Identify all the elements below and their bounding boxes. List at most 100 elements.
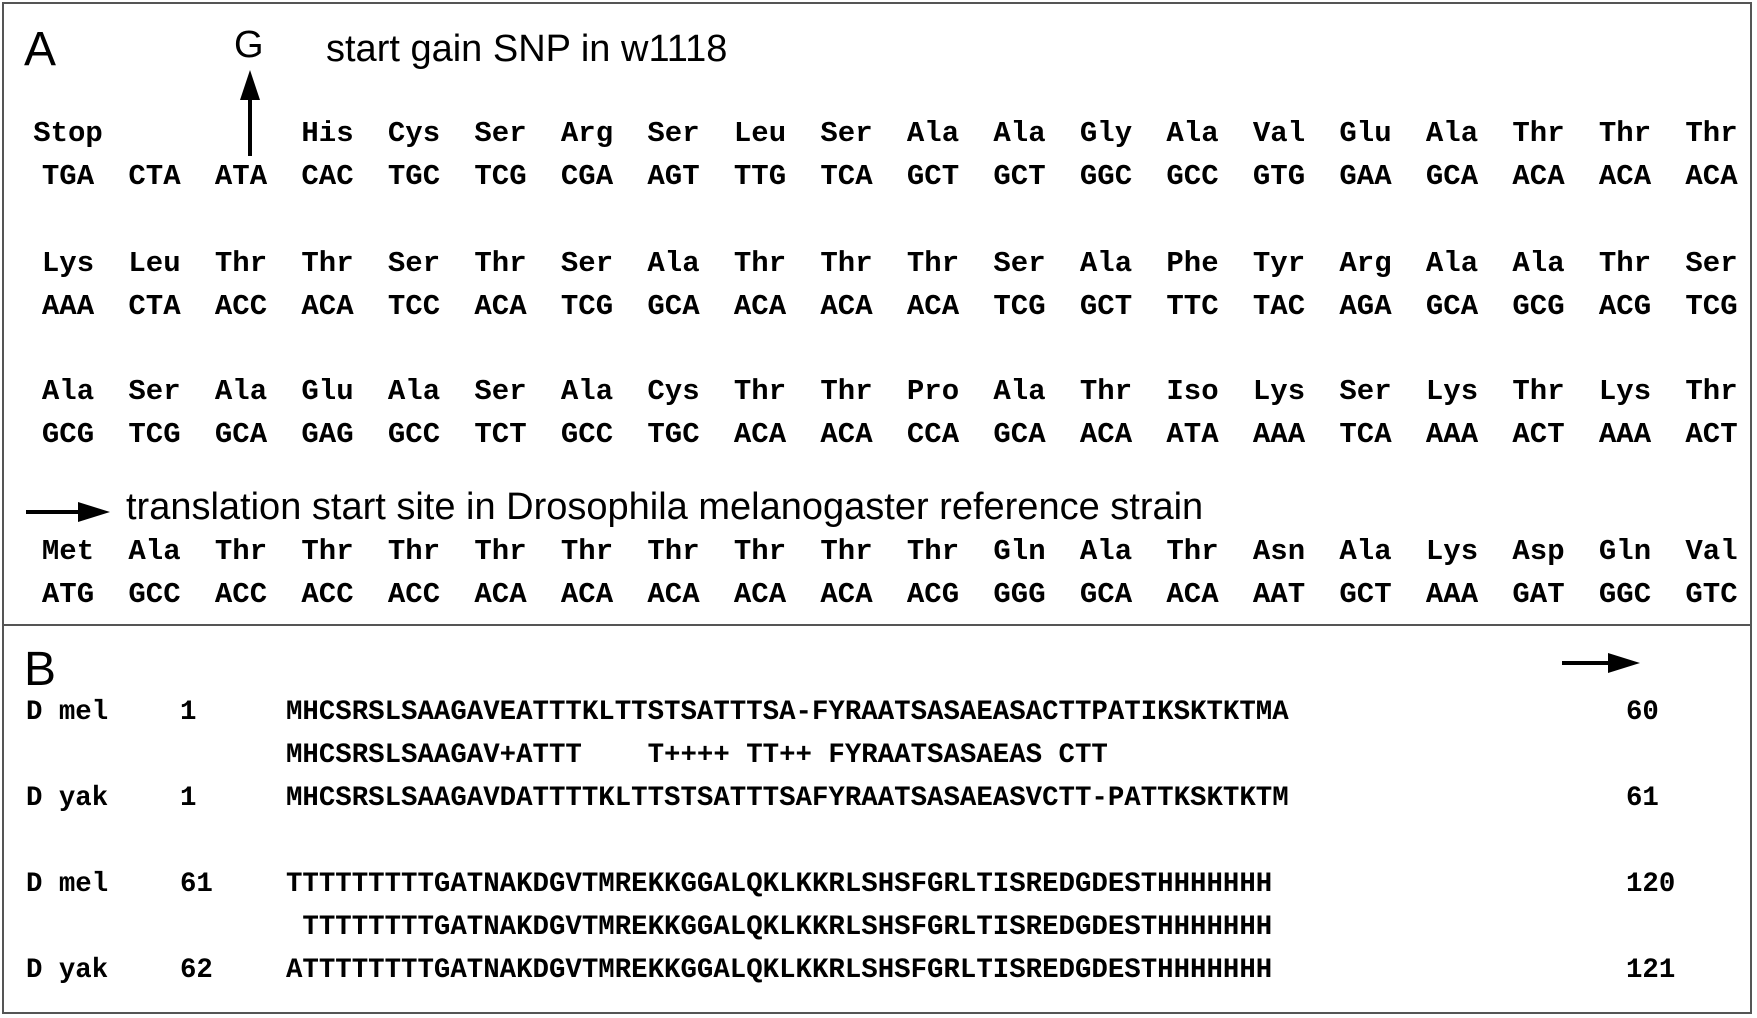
amino-acid-cell: Asn	[1252, 535, 1306, 568]
amino-acid-cell: Ser	[387, 247, 441, 280]
amino-acid-cell: Asp	[1512, 535, 1565, 568]
amino-acid-cell: Ala	[1425, 117, 1479, 150]
codon-cell: TTG	[733, 160, 787, 193]
amino-acid-cell: Gly	[1079, 117, 1133, 150]
codon-cell: TCG	[128, 418, 181, 451]
codon-cell: ACC	[387, 578, 441, 611]
amino-acid-cell: Thr	[474, 247, 527, 280]
nucleotide-row: GCG TCG GCA GAG GCC TCT GCC TGC ACA ACA CCA GCA ACA A…	[4, 418, 1750, 452]
codon-cell: ACC	[301, 578, 354, 611]
amino-acid-cell: Thr	[1598, 117, 1652, 150]
start-position: 62	[180, 955, 213, 986]
codon-cell: ATG	[41, 578, 95, 611]
alignment-row: D mel 1 MHCSRSLSAAGAVEATTTKLTTSTSATTTSA-FY…	[4, 696, 1750, 730]
end-position: 61	[1626, 783, 1659, 814]
amino-acid-cell: Ala	[214, 375, 268, 408]
amino-acid-cell: Thr	[214, 535, 268, 568]
codon-cell: GGC	[1079, 160, 1133, 193]
start-position: 61	[180, 869, 213, 900]
amino-acid-cell: Tyr	[1252, 247, 1306, 280]
amino-acid-cell: Thr	[1685, 117, 1738, 150]
codon-cell: AAA	[1425, 578, 1479, 611]
amino-acid-cell: Thr	[906, 535, 960, 568]
amino-acid-cell: Gln	[1598, 535, 1652, 568]
amino-acid-cell: Lys	[41, 247, 95, 280]
codon-cell: ACA	[820, 418, 873, 451]
amino-acid-cell: Thr	[733, 375, 787, 408]
codon-cell: TGA	[41, 160, 95, 193]
amino-acid-cell: Thr	[474, 535, 527, 568]
codon-cell: TGC	[387, 160, 441, 193]
amino-acid-cell: Ser	[128, 375, 181, 408]
codon-cell: GCA	[647, 290, 700, 323]
amino-acid-cell: Ala	[993, 117, 1046, 150]
amino-acid-cell: Ser	[560, 247, 614, 280]
codon-cell: TCA	[1339, 418, 1392, 451]
amino-acid-row: Met Ala Thr Thr Thr Thr Thr Thr Thr Thr Thr Gln Ala T…	[4, 535, 1750, 569]
amino-acid-cell: Ala	[647, 247, 700, 280]
codon-cell: CTA	[128, 290, 181, 323]
codon-cell: TAC	[1252, 290, 1306, 323]
codon-cell: GCA	[993, 418, 1046, 451]
amino-acid-cell: Ala	[1166, 117, 1219, 150]
codon-cell: ACG	[906, 578, 960, 611]
amino-acid-cell: Thr	[1598, 247, 1652, 280]
codon-cell: ACA	[733, 418, 787, 451]
amino-acid-cell: Lys	[1252, 375, 1306, 408]
species-label: D yak	[26, 955, 109, 986]
codon-cell: ACA	[1685, 160, 1738, 193]
amino-acid-cell: Cys	[647, 375, 700, 408]
start-position: 1	[180, 697, 197, 728]
codon-cell: GGC	[1598, 578, 1652, 611]
codon-cell: CTA	[128, 160, 181, 193]
end-position: 121	[1626, 955, 1676, 986]
codon-cell: ACA	[301, 290, 354, 323]
amino-acid-cell: Val	[1685, 535, 1738, 568]
codon-cell: TGC	[647, 418, 700, 451]
amino-acid-cell: Thr	[1685, 375, 1738, 408]
codon-cell: ACG	[1598, 290, 1652, 323]
nucleotide-row: AAA CTA ACC ACA TCC ACA TCG GCA ACA ACA ACA TCG GCT T…	[4, 290, 1750, 324]
codon-cell: TCG	[560, 290, 614, 323]
alignment-sequence: TTTTTTTTGATNAKDGVTMREKKGGALQKLKKRLSHSFGR…	[286, 912, 1273, 943]
amino-acid-cell: Ser	[1685, 247, 1738, 280]
codon-cell: AGT	[647, 160, 700, 193]
codon-cell: GCC	[387, 418, 441, 451]
codon-cell: ACT	[1512, 418, 1565, 451]
amino-acid-cell: Ala	[906, 117, 960, 150]
codon-cell: GCA	[214, 418, 268, 451]
panel-b-letter: B	[24, 643, 57, 696]
codon-cell: GCC	[1166, 160, 1219, 193]
amino-acid-cell: Leu	[733, 117, 787, 150]
codon-cell: ACA	[560, 578, 614, 611]
codon-cell: CGA	[560, 160, 614, 193]
amino-acid-cell: Lys	[1425, 535, 1479, 568]
codon-cell: GCA	[1425, 290, 1479, 323]
codon-cell: ACA	[474, 290, 527, 323]
amino-acid-cell: Ala	[993, 375, 1046, 408]
amino-acid-cell: Cys	[387, 117, 441, 150]
amino-acid-cell: Thr	[1079, 375, 1133, 408]
codon-cell: AAA	[1252, 418, 1306, 451]
amino-acid-cell: Thr	[560, 535, 614, 568]
amino-acid-cell: Lys	[1425, 375, 1479, 408]
codon-cell: ACA	[1166, 578, 1219, 611]
amino-acid-cell: Ala	[387, 375, 441, 408]
codon-cell: GCC	[128, 578, 181, 611]
codon-cell: ATA	[1166, 418, 1219, 451]
reference-start-arrow-icon	[26, 502, 110, 522]
codon-cell: GCT	[1079, 290, 1133, 323]
codon-cell: TCA	[820, 160, 873, 193]
alignment-sequence: MHCSRSLSAAGAVDATTTTKLTTSTSATTTSAFYRAATSA…	[286, 783, 1289, 814]
amino-acid-cell: Ala	[128, 535, 181, 568]
codon-cell: AGA	[1339, 290, 1392, 323]
alignment-row: MHCSRSLSAAGAV+ATTT T++++ TT++ FYRAATSASA…	[4, 739, 1750, 773]
figure-frame: A G start gain SNP in w1118 translation …	[2, 2, 1752, 1014]
amino-acid-cell: Ala	[1339, 535, 1392, 568]
panel-divider	[4, 624, 1750, 626]
amino-acid-cell: Thr	[387, 535, 441, 568]
codon-cell: GAT	[1512, 578, 1565, 611]
amino-acid-cell: Thr	[820, 375, 873, 408]
nucleotide-row: TGA CTA ATA CAC TGC TCG CGA AGT TTG TCA GCT GCT GGC G…	[4, 160, 1750, 194]
snp-annotation: start gain SNP in w1118	[326, 28, 728, 70]
